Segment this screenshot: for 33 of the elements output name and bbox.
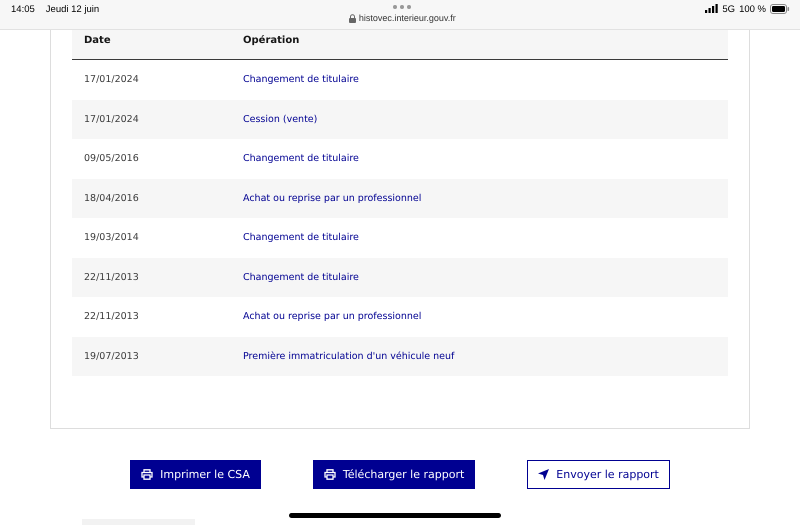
network-label: 5G (722, 4, 736, 15)
date-cell-text: 19/03/2014 (83, 232, 140, 244)
column-header: Opération (243, 35, 300, 46)
clock-time: 14:05 (11, 4, 35, 17)
operation-cell: Achat ou reprise par un professionnel (243, 311, 422, 322)
lock-icon (348, 14, 356, 22)
date-cell-text: 09/05/2016 (83, 153, 140, 164)
url-text[interactable]: histovec.interieur.gouv.fr (358, 13, 456, 23)
printer-icon (324, 469, 336, 480)
column-header: Date (83, 35, 112, 46)
operation-cell: Changement de titulaire (243, 153, 359, 164)
date-cell-text: 17/01/2024 (83, 114, 140, 125)
primary-button[interactable]: Imprimer le CSA (130, 460, 261, 489)
date-label: Jeudi 12 juin (46, 4, 100, 17)
more-icon[interactable] (393, 5, 412, 9)
signal-icon (705, 4, 718, 13)
send-icon (538, 469, 550, 480)
primary-button[interactable]: Télécharger le rapport (312, 460, 476, 489)
date-cell-text: 17/01/2024 (83, 74, 140, 86)
operation-cell: Changement de titulaire (243, 74, 359, 86)
operation-cell: Cession (vente) (243, 114, 318, 125)
secondary-button[interactable]: Envoyer le rapport (527, 460, 670, 489)
operation-cell: Achat ou reprise par un professionnel (243, 192, 422, 204)
operation-cell: Changement de titulaire (243, 272, 359, 283)
operation-cell: Première immatriculation d'un véhicule neuf (243, 350, 454, 362)
printer-icon (141, 469, 154, 480)
date-cell-text: 22/11/2013 (83, 311, 140, 322)
date-cell-text: 22/11/2013 (83, 272, 140, 283)
date-cell-text: 19/07/2013 (83, 350, 140, 362)
date-cell-text: 18/04/2016 (83, 192, 140, 204)
battery-icon (770, 4, 790, 14)
operation-cell: Changement de titulaire (243, 232, 359, 244)
battery-label: 100 % (739, 4, 766, 15)
